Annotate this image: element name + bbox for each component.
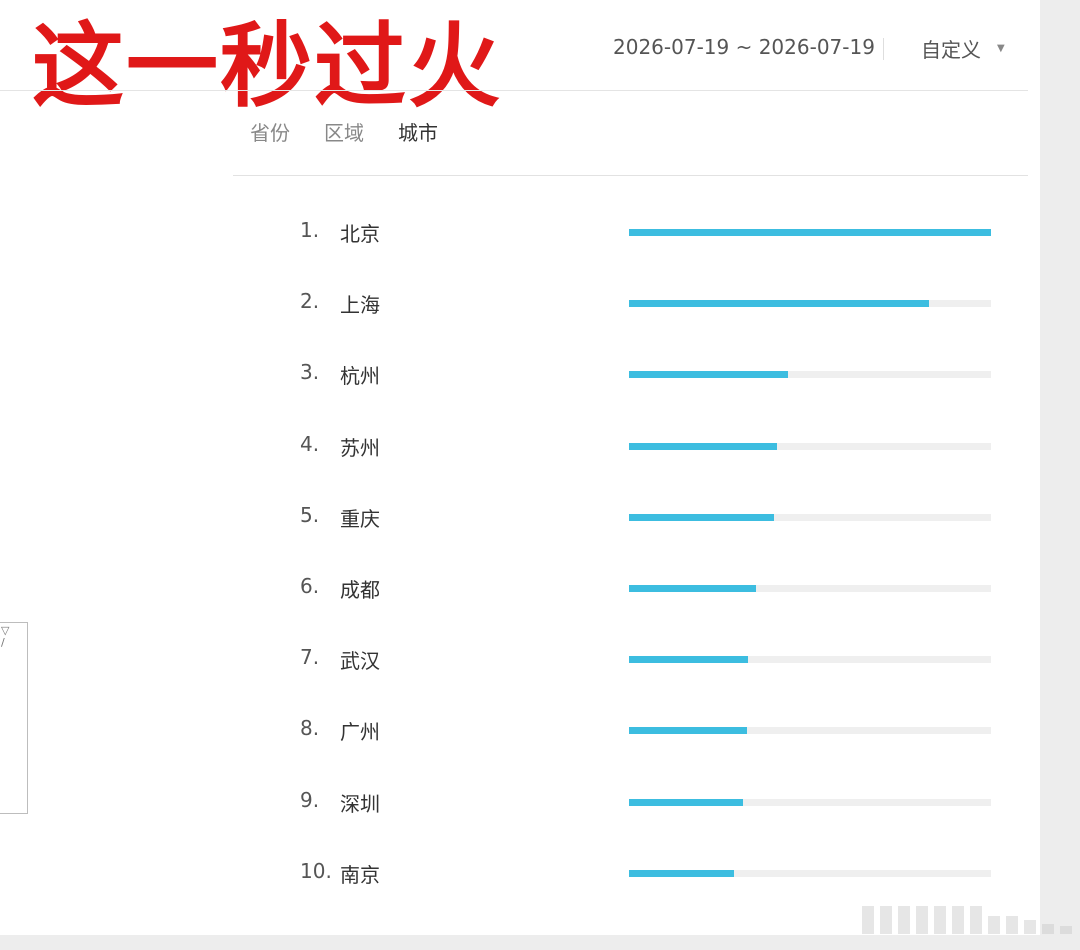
watermark-bar — [1060, 926, 1072, 934]
popularity-bar-fill — [629, 514, 774, 521]
popularity-bar-track — [629, 870, 991, 877]
rank-number: 3. — [300, 360, 320, 384]
watermark-bar — [862, 906, 874, 934]
custom-range-dropdown[interactable]: 自定义 ▼ — [921, 34, 1005, 63]
header-divider-line — [0, 90, 1028, 91]
ranking-row: 5. 重庆 — [300, 497, 1000, 537]
tab-province[interactable]: 省份 — [250, 120, 290, 146]
tabs-divider-line — [233, 175, 1028, 176]
popularity-bar-track — [629, 585, 991, 592]
city-name: 南京 — [340, 863, 380, 887]
custom-range-label: 自定义 — [921, 38, 981, 62]
popularity-bar-fill — [629, 443, 778, 450]
watermark-bar — [1006, 916, 1018, 934]
header-divider — [883, 38, 884, 60]
content-panel: 这一秒过火 2026-07-19 ~ 2026-07-19 自定义 ▼ 省份 区… — [0, 0, 1040, 935]
ranking-row: 10. 南京 — [300, 853, 1000, 893]
city-name: 杭州 — [340, 364, 380, 388]
popularity-bar-track — [629, 656, 991, 663]
ranking-row: 8. 广州 — [300, 710, 1000, 750]
tab-city[interactable]: 城市 — [398, 120, 438, 146]
watermark-bar — [952, 906, 964, 934]
rank-number: 6. — [300, 574, 320, 598]
tab-region[interactable]: 区域 — [324, 120, 364, 146]
chevron-down-icon: ▼ — [997, 43, 1005, 54]
overlay-caption: 这一秒过火 — [32, 13, 503, 120]
city-name: 上海 — [340, 293, 380, 317]
watermark-bar — [1042, 924, 1054, 934]
popularity-bar-fill — [629, 727, 747, 734]
popularity-bar-fill — [629, 229, 991, 236]
rank-number: 9. — [300, 788, 320, 812]
popularity-bar-fill — [629, 300, 930, 307]
ranking-row: 3. 杭州 — [300, 354, 1000, 394]
rank-number: 2. — [300, 289, 320, 313]
rank-number: 4. — [300, 432, 320, 456]
ranking-row: 2. 上海 — [300, 283, 1000, 323]
side-widget-frame[interactable]: ▽ / — [0, 622, 28, 814]
ranking-row: 9. 深圳 — [300, 782, 1000, 822]
rank-number: 7. — [300, 645, 320, 669]
popularity-bar-fill — [629, 656, 749, 663]
rank-number: 1. — [300, 218, 320, 242]
popularity-bar-track — [629, 799, 991, 806]
city-name: 重庆 — [340, 507, 380, 531]
watermark-bar — [970, 906, 982, 934]
watermark-bars — [862, 906, 1072, 934]
city-name: 北京 — [340, 222, 380, 246]
popularity-bar-track — [629, 300, 991, 307]
city-name: 武汉 — [340, 649, 380, 673]
watermark-bar — [916, 906, 928, 934]
popularity-bar-track — [629, 443, 991, 450]
popularity-bar-track — [629, 371, 991, 378]
popularity-bar-track — [629, 514, 991, 521]
popularity-bar-fill — [629, 799, 744, 806]
ranking-row: 1. 北京 — [300, 212, 1000, 252]
ranking-row: 4. 苏州 — [300, 426, 1000, 466]
popularity-bar-track — [629, 727, 991, 734]
watermark-bar — [988, 916, 1000, 934]
city-name: 深圳 — [340, 792, 380, 816]
watermark-bar — [898, 906, 910, 934]
ranking-row: 7. 武汉 — [300, 639, 1000, 679]
rank-number: 8. — [300, 716, 320, 740]
rank-number: 10. — [300, 859, 332, 883]
watermark-bar — [880, 906, 892, 934]
ranking-row: 6. 成都 — [300, 568, 1000, 608]
region-tabs: 省份 区域 城市 — [250, 120, 472, 146]
resize-handle-icon: ▽ / — [1, 624, 10, 649]
city-name: 成都 — [340, 578, 380, 602]
date-range-picker[interactable]: 2026-07-19 ~ 2026-07-19 — [613, 35, 875, 59]
city-name: 苏州 — [340, 436, 380, 460]
city-name: 广州 — [340, 720, 380, 744]
watermark-bar — [1024, 920, 1036, 934]
popularity-bar-track — [629, 229, 991, 236]
popularity-bar-fill — [629, 371, 789, 378]
popularity-bar-fill — [629, 585, 756, 592]
popularity-bar-fill — [629, 870, 734, 877]
rank-number: 5. — [300, 503, 320, 527]
watermark-bar — [934, 906, 946, 934]
